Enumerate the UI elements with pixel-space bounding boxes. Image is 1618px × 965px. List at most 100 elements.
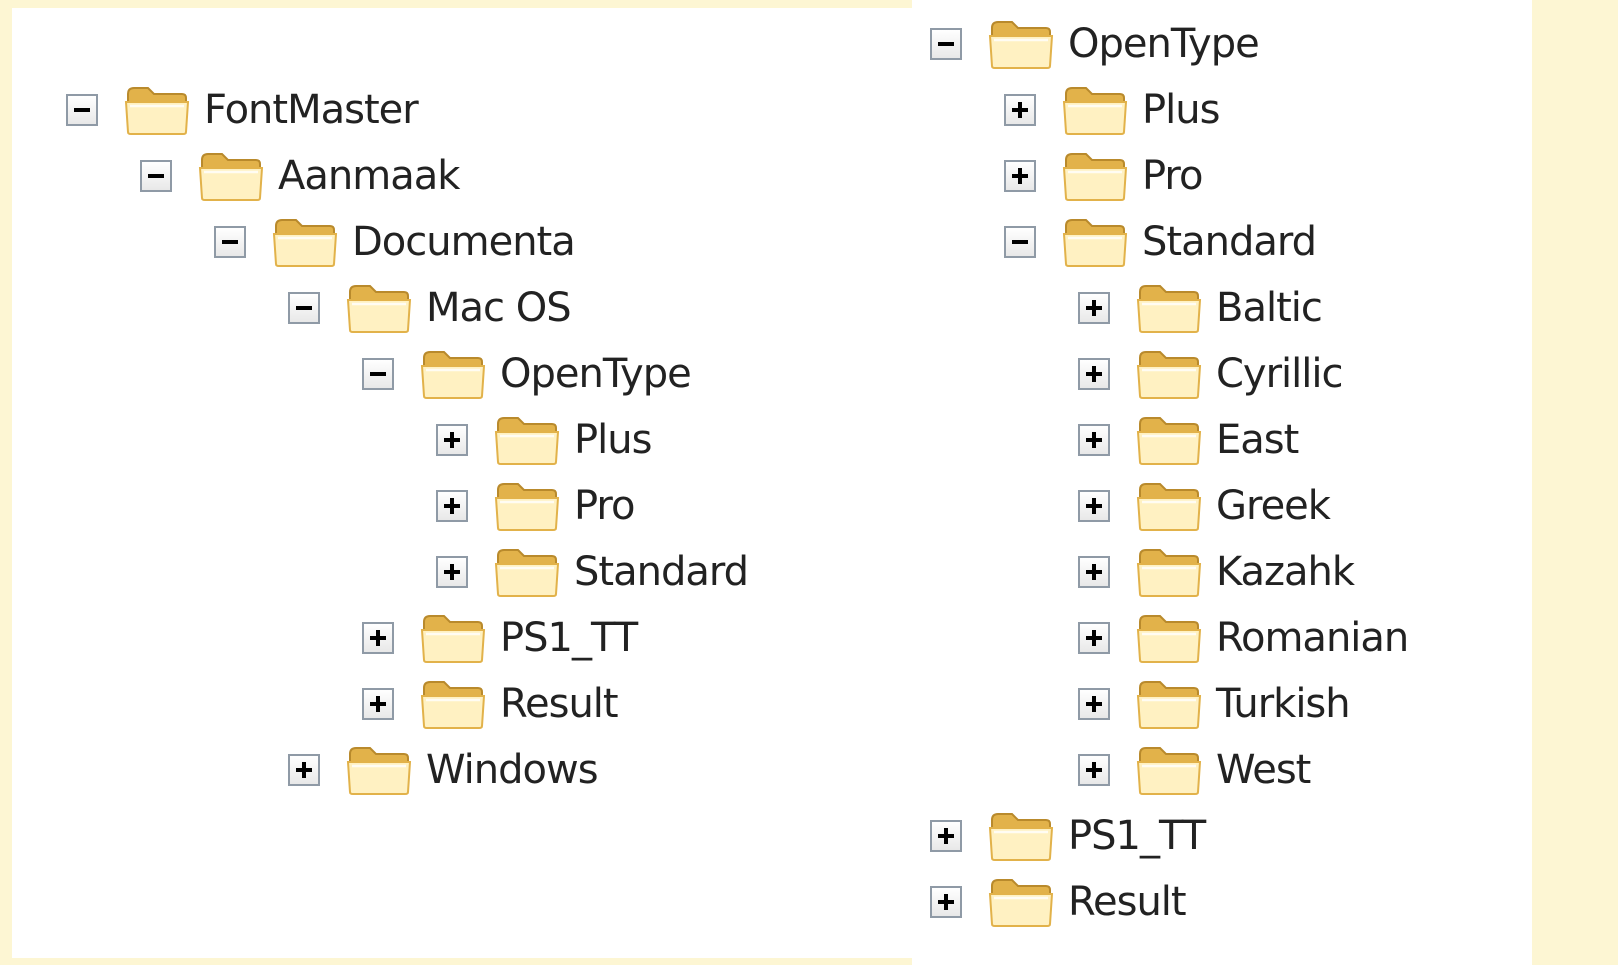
tree-item-label: PS1_TT — [1068, 813, 1206, 859]
tree-item-west[interactable]: West — [1078, 740, 1311, 800]
tree-item-result[interactable]: Result — [930, 872, 1187, 932]
expand-icon[interactable] — [1078, 754, 1110, 786]
folder-icon — [272, 219, 338, 267]
tree-item-pro[interactable]: Pro — [436, 476, 635, 536]
folder-icon — [420, 681, 486, 729]
folder-icon — [420, 615, 486, 663]
tree-item-label: East — [1216, 417, 1299, 463]
tree-item-label: Plus — [1142, 87, 1220, 133]
collapse-icon[interactable] — [288, 292, 320, 324]
tree-item-greek[interactable]: Greek — [1078, 476, 1331, 536]
tree-item-label: Baltic — [1216, 285, 1323, 331]
expand-icon[interactable] — [930, 820, 962, 852]
folder-icon — [494, 483, 560, 531]
folder-icon — [420, 351, 486, 399]
folder-icon — [988, 813, 1054, 861]
tree-item-standard[interactable]: Standard — [436, 542, 749, 602]
collapse-icon[interactable] — [214, 226, 246, 258]
folder-icon — [346, 747, 412, 795]
tree-item-label: Standard — [1142, 219, 1317, 265]
tree-item-mac-os[interactable]: Mac OS — [288, 278, 572, 338]
collapse-icon[interactable] — [1004, 226, 1036, 258]
tree-item-label: OpenType — [500, 351, 692, 397]
tree-item-baltic[interactable]: Baltic — [1078, 278, 1323, 338]
tree-item-ps1-tt[interactable]: PS1_TT — [930, 806, 1206, 866]
expand-icon[interactable] — [436, 556, 468, 588]
folder-icon — [124, 87, 190, 135]
tree-item-label: Pro — [574, 483, 635, 529]
tree-item-label: Greek — [1216, 483, 1331, 529]
tree-item-label: Cyrillic — [1216, 351, 1343, 397]
folder-icon — [198, 153, 264, 201]
tree-item-label: Documenta — [352, 219, 576, 265]
collapse-icon[interactable] — [362, 358, 394, 390]
folder-icon — [1136, 351, 1202, 399]
expand-icon[interactable] — [288, 754, 320, 786]
expand-icon[interactable] — [1078, 688, 1110, 720]
tree-item-label: Romanian — [1216, 615, 1409, 661]
collapse-icon[interactable] — [930, 28, 962, 60]
expand-icon[interactable] — [930, 886, 962, 918]
tree-item-label: OpenType — [1068, 21, 1260, 67]
tree-item-label: PS1_TT — [500, 615, 638, 661]
expand-icon[interactable] — [1078, 556, 1110, 588]
folder-icon — [1136, 549, 1202, 597]
collapse-icon[interactable] — [140, 160, 172, 192]
expand-icon[interactable] — [1004, 160, 1036, 192]
tree-item-opentype[interactable]: OpenType — [362, 344, 692, 404]
tree-item-label: Result — [1068, 879, 1187, 925]
expand-icon[interactable] — [1004, 94, 1036, 126]
folder-icon — [1062, 87, 1128, 135]
folder-icon — [1136, 615, 1202, 663]
folder-icon — [1136, 285, 1202, 333]
tree-item-ps1-tt[interactable]: PS1_TT — [362, 608, 638, 668]
folder-icon — [1136, 747, 1202, 795]
right-tree-panel: OpenType Plus Pro Standard Baltic Cyrill… — [912, 0, 1532, 965]
tree-item-romanian[interactable]: Romanian — [1078, 608, 1409, 668]
expand-icon[interactable] — [362, 688, 394, 720]
tree-item-documenta[interactable]: Documenta — [214, 212, 576, 272]
tree-item-result[interactable]: Result — [362, 674, 619, 734]
tree-item-label: Plus — [574, 417, 652, 463]
left-tree-panel: FontMaster Aanmaak Documenta Mac OS Open… — [12, 8, 912, 958]
expand-icon[interactable] — [1078, 490, 1110, 522]
folder-icon — [346, 285, 412, 333]
tree-item-plus[interactable]: Plus — [436, 410, 652, 470]
expand-icon[interactable] — [1078, 424, 1110, 456]
tree-item-label: Result — [500, 681, 619, 727]
expand-icon[interactable] — [1078, 358, 1110, 390]
tree-item-plus[interactable]: Plus — [1004, 80, 1220, 140]
folder-icon — [988, 21, 1054, 69]
tree-item-standard[interactable]: Standard — [1004, 212, 1317, 272]
expand-icon[interactable] — [1078, 292, 1110, 324]
folder-icon — [1136, 417, 1202, 465]
folder-icon — [1136, 483, 1202, 531]
tree-item-label: Pro — [1142, 153, 1203, 199]
tree-item-label: FontMaster — [204, 87, 419, 133]
folder-icon — [494, 417, 560, 465]
expand-icon[interactable] — [1078, 622, 1110, 654]
expand-icon[interactable] — [362, 622, 394, 654]
tree-item-east[interactable]: East — [1078, 410, 1299, 470]
tree-item-label: West — [1216, 747, 1311, 793]
tree-item-fontmaster[interactable]: FontMaster — [66, 80, 419, 140]
tree-item-turkish[interactable]: Turkish — [1078, 674, 1351, 734]
collapse-icon[interactable] — [66, 94, 98, 126]
folder-icon — [494, 549, 560, 597]
expand-icon[interactable] — [436, 490, 468, 522]
tree-item-cyrillic[interactable]: Cyrillic — [1078, 344, 1343, 404]
folder-icon — [1062, 219, 1128, 267]
tree-item-label: Kazahk — [1216, 549, 1355, 595]
expand-icon[interactable] — [436, 424, 468, 456]
tree-item-aanmaak[interactable]: Aanmaak — [140, 146, 460, 206]
tree-item-kazahk[interactable]: Kazahk — [1078, 542, 1355, 602]
tree-item-windows[interactable]: Windows — [288, 740, 599, 800]
folder-icon — [1136, 681, 1202, 729]
tree-item-pro[interactable]: Pro — [1004, 146, 1203, 206]
tree-item-label: Aanmaak — [278, 153, 460, 199]
folder-icon — [988, 879, 1054, 927]
folder-icon — [1062, 153, 1128, 201]
tree-item-opentype[interactable]: OpenType — [930, 14, 1260, 74]
tree-item-label: Mac OS — [426, 285, 572, 331]
tree-item-label: Turkish — [1216, 681, 1351, 727]
